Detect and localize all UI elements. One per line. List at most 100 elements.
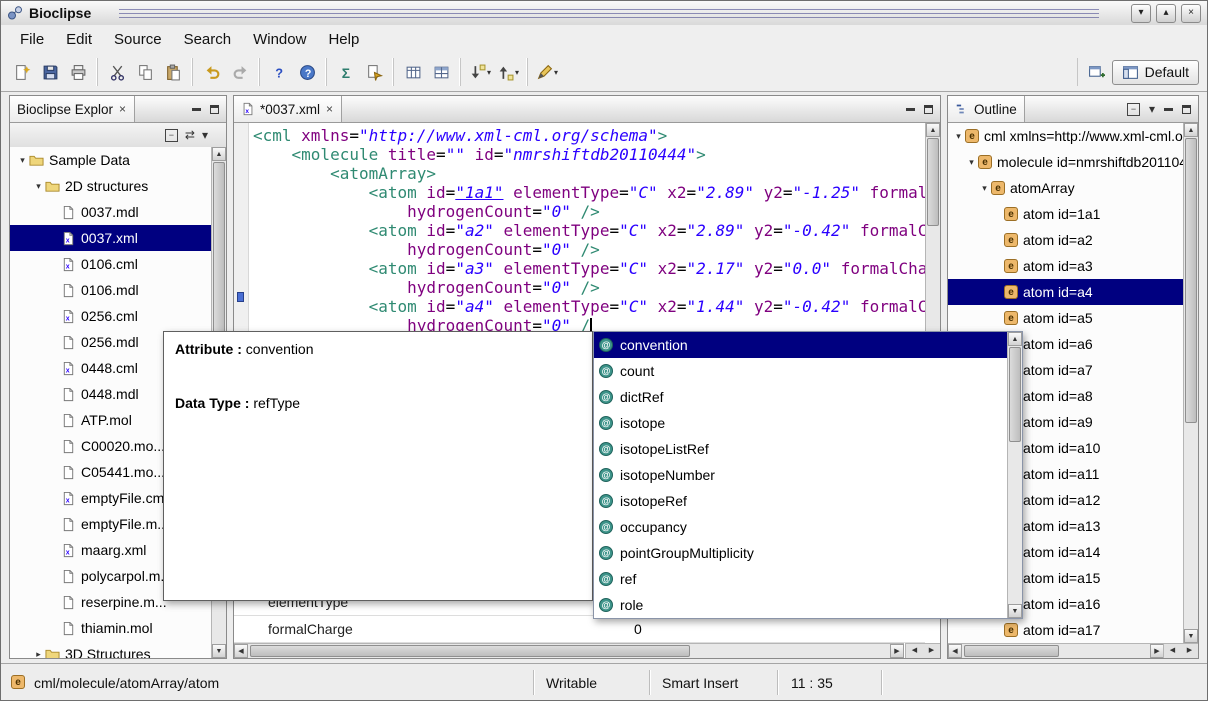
proposal-dictRef[interactable]: @dictRef <box>594 384 1007 410</box>
assist-vertical-scrollbar[interactable]: ▲ ▼ <box>1007 332 1022 618</box>
scrollbar-thumb[interactable] <box>927 138 939 226</box>
scroll-up-icon[interactable]: ▲ <box>212 147 226 161</box>
new-wizard-button[interactable] <box>8 58 36 86</box>
minimize-icon[interactable] <box>906 108 915 111</box>
scrollbar-thumb[interactable] <box>1185 138 1197 423</box>
expanded-arrow-icon[interactable]: ▾ <box>16 155 29 166</box>
scroll-right-icon[interactable]: ▶ <box>1150 644 1164 658</box>
outline-vertical-scrollbar[interactable]: ▲ ▼ <box>1183 123 1198 643</box>
explorer-item-0106.mdl[interactable]: 0106.mdl <box>10 277 211 303</box>
next-page-icon[interactable]: ▶ <box>1181 644 1198 658</box>
scroll-down-icon[interactable]: ▼ <box>1008 604 1022 618</box>
outline-item-atomArray[interactable]: ▾eatomArray <box>948 175 1183 201</box>
maximize-icon[interactable] <box>210 105 219 114</box>
outline-item-atom-id-a4[interactable]: eatom id=a4 <box>948 279 1183 305</box>
maximize-icon[interactable] <box>924 105 933 114</box>
table-button[interactable] <box>399 58 427 86</box>
default-perspective-button[interactable]: Default <box>1112 60 1199 85</box>
proposal-convention[interactable]: @convention <box>594 332 1007 358</box>
copy-button[interactable] <box>131 58 159 86</box>
next-annotation-button[interactable]: ▾ <box>466 58 494 86</box>
open-perspective-icon[interactable] <box>1088 64 1105 81</box>
scroll-down-icon[interactable]: ▼ <box>212 644 226 658</box>
menu-edit[interactable]: Edit <box>55 27 103 52</box>
matrix-button[interactable] <box>427 58 455 86</box>
question-button[interactable]: ? <box>265 58 293 86</box>
maximize-icon[interactable] <box>1182 105 1191 114</box>
redo-button[interactable] <box>226 58 254 86</box>
minimize-icon[interactable] <box>192 108 201 111</box>
menu-search[interactable]: Search <box>173 27 243 52</box>
run-script-button[interactable] <box>360 58 388 86</box>
shade-button-icon[interactable]: ▾ <box>1131 4 1151 23</box>
scroll-left-icon[interactable]: ◀ <box>234 644 248 658</box>
proposal-pointGroupMultiplicity[interactable]: @pointGroupMultiplicity <box>594 540 1007 566</box>
menu-help[interactable]: Help <box>317 27 370 52</box>
proposal-count[interactable]: @count <box>594 358 1007 384</box>
undo-button[interactable] <box>198 58 226 86</box>
wand-button[interactable]: ▾ <box>533 58 561 86</box>
proposal-isotopeNumber[interactable]: @isotopeNumber <box>594 462 1007 488</box>
editor-horizontal-scrollbar[interactable]: ◀ ▶ <box>234 643 904 658</box>
explorer-item-2D-structures[interactable]: ▾2D structures <box>10 173 211 199</box>
link-with-editor-icon[interactable]: ⇄ <box>185 128 195 142</box>
collapsed-arrow-icon[interactable]: ▸ <box>32 649 45 659</box>
outline-item-atom-id-a17[interactable]: eatom id=a17 <box>948 617 1183 643</box>
scrollbar-thumb[interactable] <box>1009 347 1021 442</box>
outline-tab[interactable]: Outline <box>948 96 1025 122</box>
dropdown-arrow-icon[interactable]: ▾ <box>554 68 558 77</box>
explorer-item-Sample-Data[interactable]: ▾Sample Data <box>10 147 211 173</box>
help-button[interactable]: ? <box>293 58 321 86</box>
dropdown-arrow-icon[interactable]: ▾ <box>487 68 491 77</box>
close-icon[interactable]: × <box>325 102 334 116</box>
expanded-arrow-icon[interactable]: ▾ <box>965 157 978 168</box>
scrollbar-thumb[interactable] <box>964 645 1059 657</box>
explorer-item-0037.mdl[interactable]: 0037.mdl <box>10 199 211 225</box>
explorer-item-3D-Structures[interactable]: ▸3D Structures <box>10 641 211 658</box>
cut-button[interactable] <box>103 58 131 86</box>
scroll-right-icon[interactable]: ▶ <box>890 644 904 658</box>
paste-button[interactable] <box>159 58 187 86</box>
proposal-role[interactable]: @role <box>594 592 1007 618</box>
view-menu-icon[interactable]: ▾ <box>1149 102 1155 116</box>
scroll-down-icon[interactable]: ▼ <box>1184 629 1198 643</box>
proposal-occupancy[interactable]: @occupancy <box>594 514 1007 540</box>
scrollbar-thumb[interactable] <box>250 645 690 657</box>
dropdown-arrow-icon[interactable]: ▾ <box>515 68 519 77</box>
property-row[interactable]: formalCharge0 <box>234 616 925 643</box>
outline-item-atom-id-a5[interactable]: eatom id=a5 <box>948 305 1183 331</box>
expanded-arrow-icon[interactable]: ▾ <box>32 181 45 192</box>
outline-horizontal-scrollbar[interactable]: ◀ ▶ <box>948 643 1164 658</box>
maximize-button-icon[interactable]: ▴ <box>1156 4 1176 23</box>
scroll-up-icon[interactable]: ▲ <box>1184 123 1198 137</box>
prev-annotation-button[interactable]: ▾ <box>494 58 522 86</box>
collapse-all-icon[interactable]: − <box>165 129 178 142</box>
collapse-all-icon[interactable]: − <box>1127 103 1140 116</box>
proposal-isotope[interactable]: @isotope <box>594 410 1007 436</box>
explorer-item-0037.xml[interactable]: x0037.xml <box>10 225 211 251</box>
proposal-isotopeRef[interactable]: @isotopeRef <box>594 488 1007 514</box>
next-page-icon[interactable]: ▶ <box>923 644 940 658</box>
outline-item-atom-id-1a1[interactable]: eatom id=1a1 <box>948 201 1183 227</box>
close-icon[interactable]: × <box>118 102 127 116</box>
minimize-icon[interactable] <box>1164 108 1173 111</box>
previous-page-icon[interactable]: ◀ <box>906 644 923 658</box>
sigma-button[interactable]: Σ <box>332 58 360 86</box>
explorer-item-0256.cml[interactable]: x0256.cml <box>10 303 211 329</box>
view-menu-icon[interactable]: ▾ <box>202 128 208 142</box>
expanded-arrow-icon[interactable]: ▾ <box>952 131 965 142</box>
proposal-isotopeListRef[interactable]: @isotopeListRef <box>594 436 1007 462</box>
explorer-item-thiamin.mol[interactable]: thiamin.mol <box>10 615 211 641</box>
save-button[interactable] <box>36 58 64 86</box>
print-button[interactable] <box>64 58 92 86</box>
menu-file[interactable]: File <box>9 27 55 52</box>
scroll-left-icon[interactable]: ◀ <box>948 644 962 658</box>
explorer-item-0106.cml[interactable]: x0106.cml <box>10 251 211 277</box>
proposal-ref[interactable]: @ref <box>594 566 1007 592</box>
previous-page-icon[interactable]: ◀ <box>1164 644 1181 658</box>
outline-item-molecule-id-nmrshiftdb20110444[interactable]: ▾emolecule id=nmrshiftdb20110444 <box>948 149 1183 175</box>
menu-source[interactable]: Source <box>103 27 173 52</box>
outline-item-cml-xmlns-http-www.xml-cml.org-schema[interactable]: ▾ecml xmlns=http://www.xml-cml.org/schem… <box>948 123 1183 149</box>
outline-item-atom-id-a2[interactable]: eatom id=a2 <box>948 227 1183 253</box>
close-button-icon[interactable]: × <box>1181 4 1201 23</box>
